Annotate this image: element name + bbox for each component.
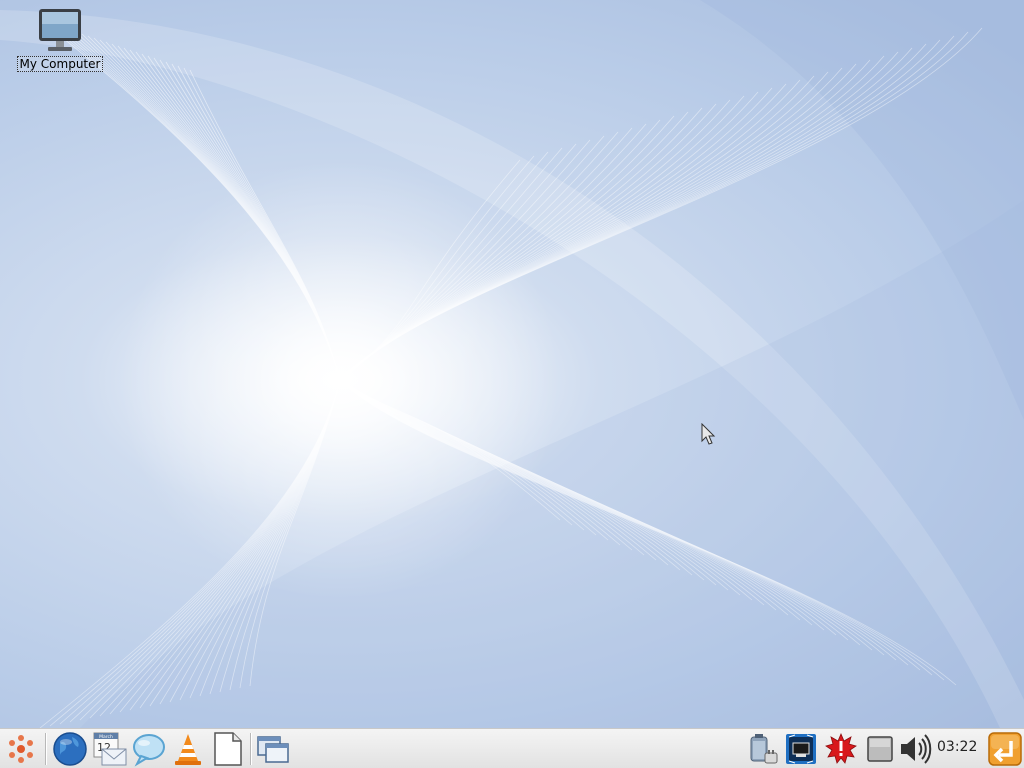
square-widget-tray[interactable] [862,731,898,767]
taskbar-separator [45,733,47,765]
network-tray[interactable] [783,731,819,767]
mouse-pointer-icon [701,423,716,445]
app-menu-button[interactable] [3,731,39,767]
computer-monitor-icon [39,9,81,51]
desktop-icon-my-computer[interactable]: My Computer [14,6,106,72]
taskbar: March 12 03:22 [0,728,1024,768]
blank-document-icon [214,732,242,766]
logout-arrow-icon [988,732,1022,766]
calendar-mail-launcher[interactable]: March 12 [92,731,128,767]
show-desktop-button[interactable] [255,731,291,767]
wallpaper [0,0,1024,728]
calendar-mail-icon: March 12 [93,732,127,766]
desktop[interactable]: My Computer [0,0,1024,728]
network-monitor-icon [786,734,816,764]
speech-bubble-icon [133,734,165,767]
grey-square-icon [867,736,893,762]
globe-icon [53,732,87,766]
vlc-cone-icon [175,734,201,765]
window-switcher-icon [257,736,289,763]
logout-button[interactable] [987,731,1023,767]
chat-launcher[interactable] [131,731,167,767]
update-notifier-tray[interactable] [823,731,859,767]
media-player-launcher[interactable] [170,731,206,767]
taskbar-separator [250,733,252,765]
volume-tray[interactable] [897,731,933,767]
text-document-launcher[interactable] [209,731,245,767]
calendar-month-text: March [99,734,113,740]
kde-menu-icon [9,735,33,763]
alert-burst-icon [825,732,857,764]
web-browser-launcher[interactable] [52,731,88,767]
clock[interactable]: 03:22 [937,739,977,755]
speaker-icon [901,734,932,764]
battery-power-tray[interactable] [745,731,781,767]
battery-plug-icon [750,734,778,764]
desktop-icon-label: My Computer [16,56,104,72]
